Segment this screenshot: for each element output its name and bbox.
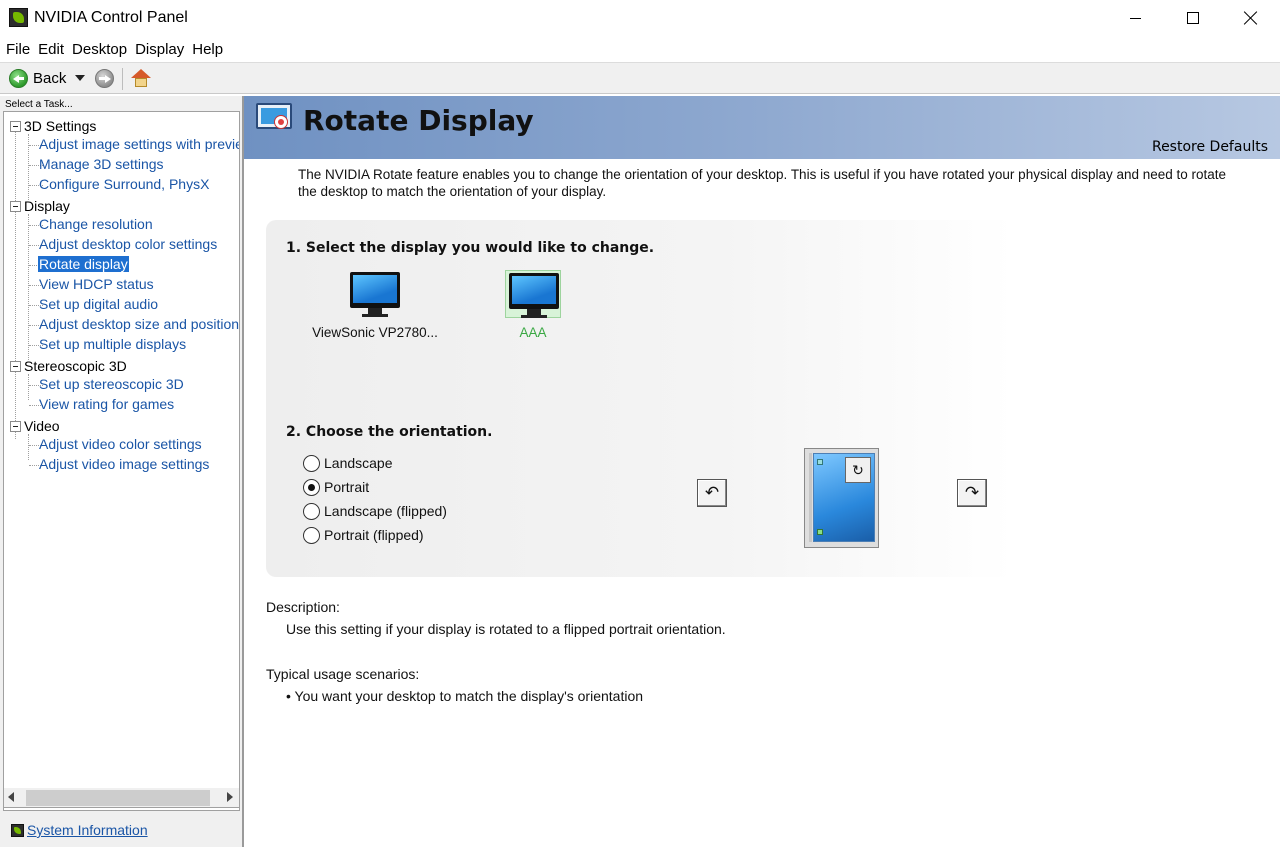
display-name: AAA [519,325,547,340]
restore-defaults-link[interactable]: Restore Defaults [1152,139,1268,155]
close-button[interactable] [1222,0,1280,36]
description-heading: Description: [266,599,340,615]
intro-text: The NVIDIA Rotate feature enables you to… [298,167,1227,199]
step2-heading: 2. Choose the orientation. [286,424,493,440]
page-title: Rotate Display [303,104,534,137]
scroll-left-icon[interactable] [8,792,14,802]
collapse-video-icon[interactable] [10,421,21,432]
tree-guide-line [28,374,29,400]
menu-display[interactable]: Display [131,41,188,58]
sidebar-item-digital-audio[interactable]: Set up digital audio [38,296,159,312]
category-display[interactable]: Display [24,198,70,214]
usage-item: • You want your desktop to match the dis… [286,688,644,704]
task-pane: Select a Task... 3D Settings Adjust imag… [0,96,242,847]
content-pane: Rotate Display Restore Defaults The NVID… [244,96,1280,847]
scrollbar-thumb[interactable] [26,790,210,806]
category-3d-settings[interactable]: 3D Settings [24,118,96,134]
sidebar-item-rating-for-games[interactable]: View rating for games [38,396,175,412]
radio-button[interactable] [303,526,320,544]
task-header: Select a Task... [5,99,73,110]
system-information-link[interactable]: System Information [27,822,148,838]
sidebar-item-desktop-size[interactable]: Adjust desktop size and position [38,316,239,332]
category-stereoscopic-3d[interactable]: Stereoscopic 3D [24,358,127,374]
back-icon[interactable] [9,69,28,88]
title-bar: NVIDIA Control Panel [0,0,1280,36]
collapse-3d-settings-icon[interactable] [10,121,21,132]
sidebar-item-setup-stereoscopic[interactable]: Set up stereoscopic 3D [38,376,185,392]
sidebar-item-rotate-display[interactable]: Rotate display [38,256,129,272]
settings-card: 1. Select the display you would like to … [266,220,1014,577]
sidebar-item-video-color[interactable]: Adjust video color settings [38,436,203,452]
system-information-icon [11,824,24,837]
step1-heading: 1. Select the display you would like to … [286,240,655,256]
sidebar-item-configure-surround[interactable]: Configure Surround, PhysX [38,176,210,192]
menu-help[interactable]: Help [188,41,227,58]
back-button[interactable]: Back [33,70,66,87]
dropdown-arrow-icon[interactable] [75,75,85,81]
desktop-icon [817,459,823,465]
window-title: NVIDIA Control Panel [34,9,188,26]
tree-guide-line [28,434,29,460]
sidebar-item-desktop-color[interactable]: Adjust desktop color settings [38,236,218,252]
scroll-right-icon[interactable] [227,792,233,802]
forward-icon[interactable] [95,69,114,88]
sidebar-item-multiple-displays[interactable]: Set up multiple displays [38,336,187,352]
rotate-badge-icon: ↻ [845,457,871,483]
rotate-left-button[interactable]: ↶ [697,479,727,507]
tree-guide-line [28,214,29,360]
menu-file[interactable]: File [2,41,34,58]
orientation-preview: ↻ [804,448,879,548]
maximize-icon [1187,12,1199,24]
rotate-left-icon: ↶ [704,483,720,502]
rotate-display-icon [256,103,292,133]
radio-button[interactable] [303,478,320,496]
tree-guide-line [15,128,16,439]
sidebar-item-change-resolution[interactable]: Change resolution [38,216,154,232]
radio-label: Landscape (flipped) [324,503,447,519]
radio-label: Landscape [324,455,393,471]
description-text: Use this setting if your display is rota… [286,621,726,637]
desktop-icon [817,529,823,535]
monitor-icon [505,270,561,318]
close-icon [1244,11,1258,25]
minimize-icon [1129,17,1141,19]
sidebar-item-adjust-image-settings[interactable]: Adjust image settings with preview [38,136,239,152]
radio-label: Portrait [324,479,370,495]
orientation-portrait[interactable]: Portrait [303,477,369,497]
monitor-icon [347,270,403,318]
radio-button[interactable] [303,502,320,520]
radio-label: Portrait (flipped) [324,527,424,543]
tree-guide-line [28,134,29,200]
display-tile-viewsonic[interactable]: ViewSonic VP2780... [300,270,450,345]
page-banner: Rotate Display Restore Defaults [244,96,1280,159]
maximize-button[interactable] [1164,0,1222,36]
display-name: ViewSonic VP2780... [312,325,438,340]
nvidia-app-icon [9,8,28,27]
rotate-right-icon: ↷ [964,483,980,502]
toolbar-separator [122,68,123,90]
usage-heading: Typical usage scenarios: [266,666,420,682]
horizontal-scrollbar[interactable] [3,788,240,808]
toolbar: Back [0,62,1280,94]
sidebar-item-video-image[interactable]: Adjust video image settings [38,456,210,472]
collapse-stereoscopic-icon[interactable] [10,361,21,372]
home-icon[interactable] [131,69,151,88]
menu-desktop[interactable]: Desktop [68,41,131,58]
orientation-landscape-flipped[interactable]: Landscape (flipped) [303,501,447,521]
category-video[interactable]: Video [24,418,60,434]
sidebar-item-hdcp-status[interactable]: View HDCP status [38,276,155,292]
sidebar-item-manage-3d-settings[interactable]: Manage 3D settings [38,156,165,172]
radio-button[interactable] [303,454,320,472]
rotate-right-button[interactable]: ↷ [957,479,987,507]
collapse-display-icon[interactable] [10,201,21,212]
orientation-portrait-flipped[interactable]: Portrait (flipped) [303,525,424,545]
task-tree: 3D Settings Adjust image settings with p… [3,111,240,811]
orientation-landscape[interactable]: Landscape [303,453,393,473]
menu-edit[interactable]: Edit [34,41,68,58]
minimize-button[interactable] [1106,0,1164,36]
menu-bar: File Edit Desktop Display Help [0,37,1280,61]
display-tile-aaa[interactable]: AAA [458,270,608,345]
